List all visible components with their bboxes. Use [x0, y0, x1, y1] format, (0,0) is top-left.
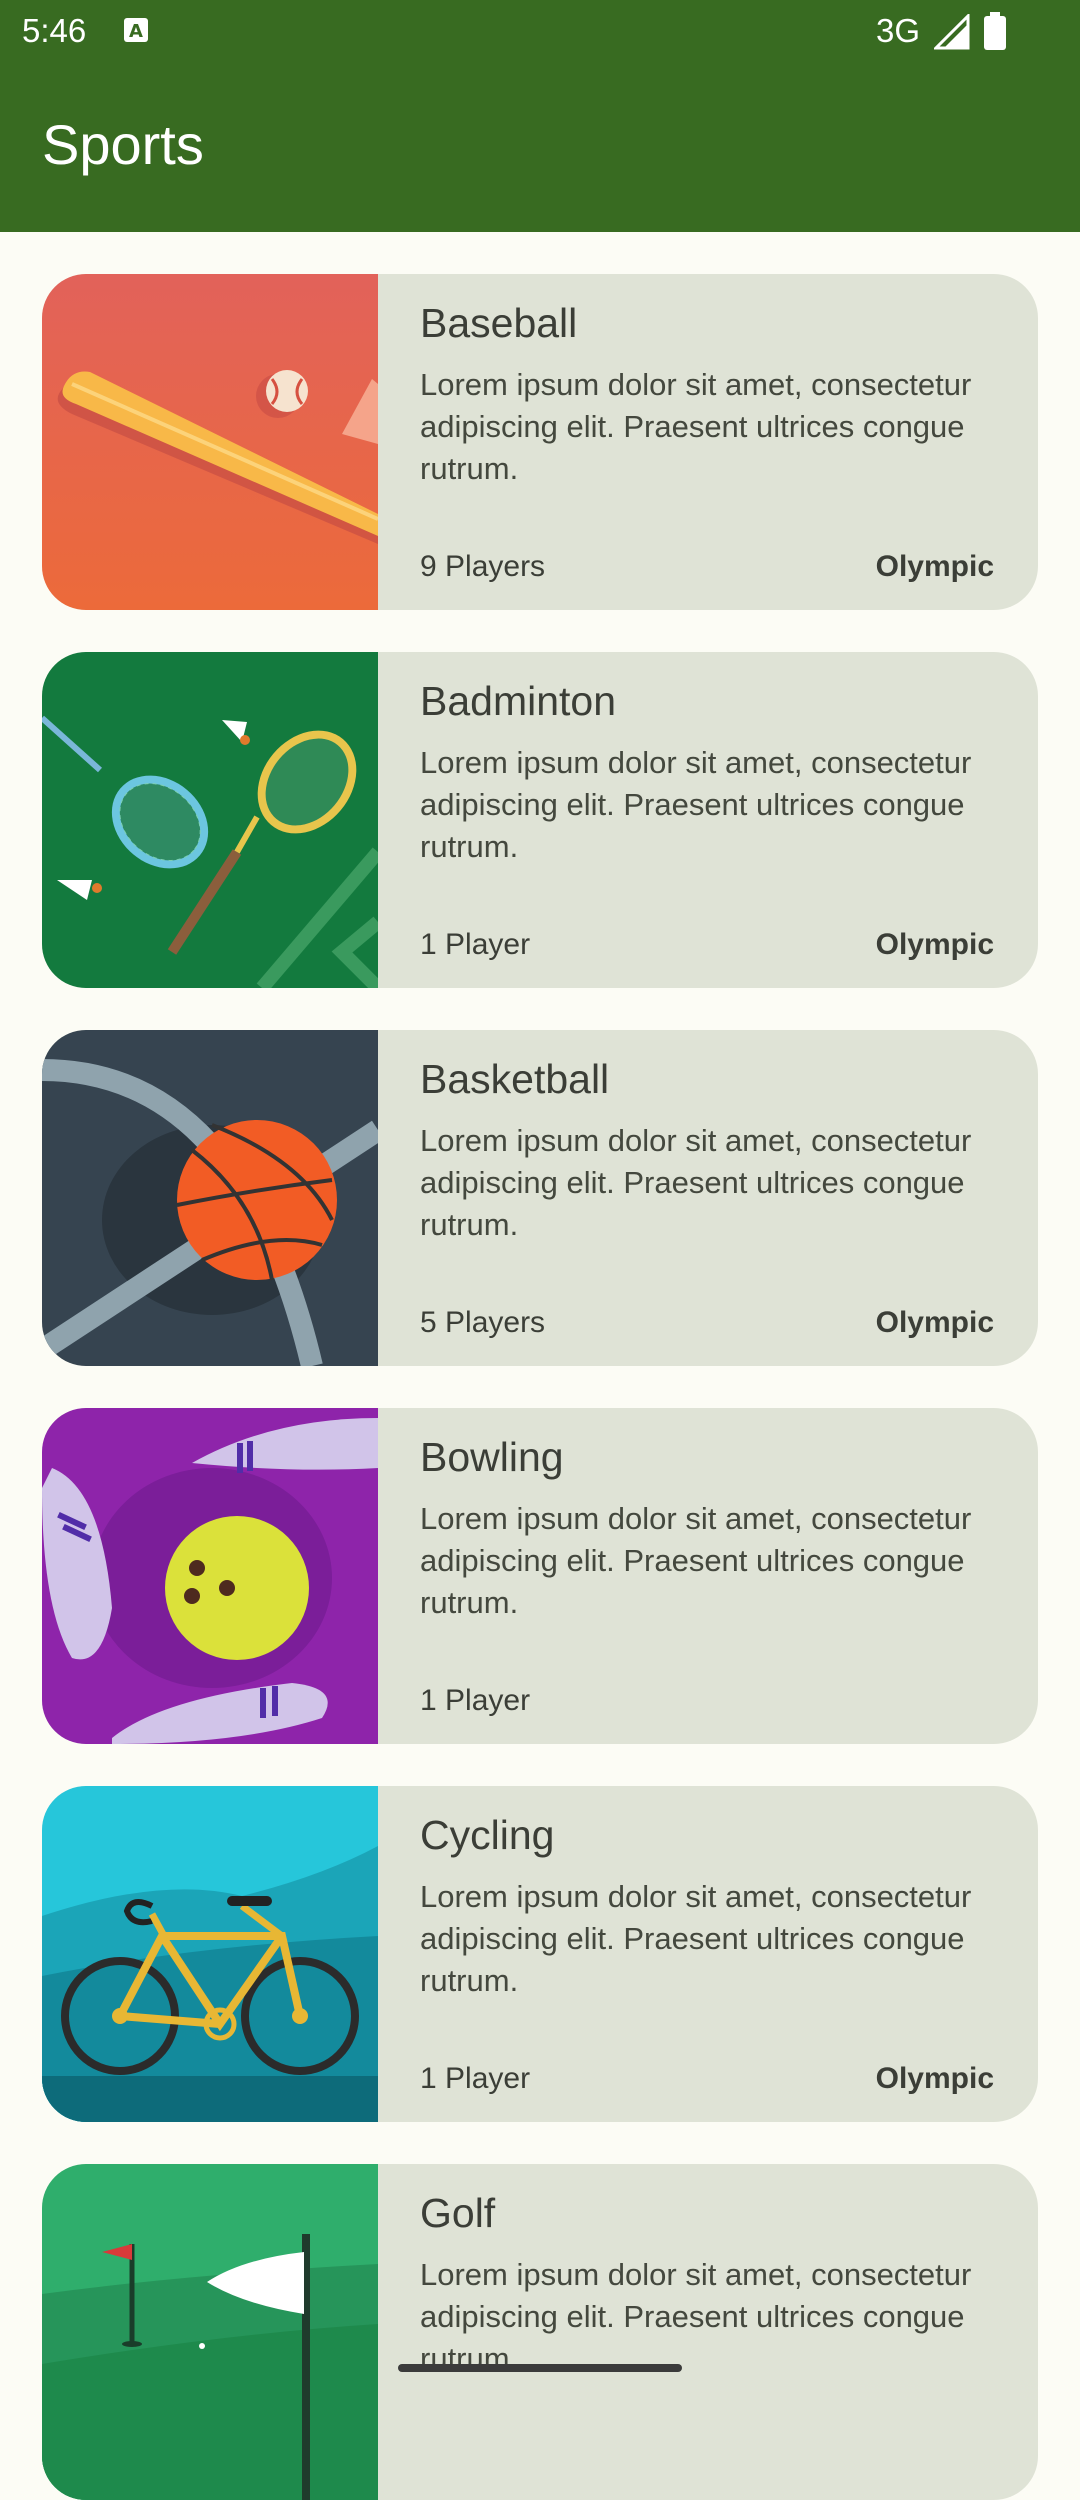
- sport-name: Cycling: [420, 1812, 555, 1858]
- olympic-label: Olympic: [875, 2062, 994, 2095]
- sport-description: Lorem ipsum dolor sit amet, consectetur …: [420, 1879, 972, 1998]
- gesture-navigation-bar[interactable]: [398, 2364, 682, 2372]
- sport-name: Basketball: [420, 1056, 610, 1102]
- status-bar: 5:46 A 3G: [0, 0, 1080, 64]
- sport-description: Lorem ipsum dolor sit amet, consectetur …: [420, 1123, 972, 1242]
- sport-card-bowling[interactable]: Bowling Lorem ipsum dolor sit amet, cons…: [42, 1408, 1038, 1744]
- olympic-label: Olympic: [875, 1306, 994, 1339]
- golf-image: [42, 2164, 378, 2500]
- sport-description: Lorem ipsum dolor sit amet, consectetur …: [420, 2257, 972, 2376]
- top-app-bar: Sports: [0, 64, 1080, 232]
- sport-card-cycling[interactable]: Cycling Lorem ipsum dolor sit amet, cons…: [42, 1786, 1038, 2122]
- sport-name: Badminton: [420, 678, 617, 724]
- cycling-image: [42, 1786, 378, 2122]
- sport-card-badminton[interactable]: Badminton Lorem ipsum dolor sit amet, co…: [42, 652, 1038, 988]
- sport-card-baseball[interactable]: Baseball Lorem ipsum dolor sit amet, con…: [42, 274, 1038, 610]
- sport-name: Golf: [420, 2190, 496, 2236]
- basketball-image: [42, 1030, 378, 1366]
- olympic-label: Olympic: [875, 550, 994, 583]
- sport-card-basketball[interactable]: Basketball Lorem ipsum dolor sit amet, c…: [42, 1030, 1038, 1366]
- sport-description: Lorem ipsum dolor sit amet, consectetur …: [420, 367, 972, 486]
- signal-icon: [934, 14, 970, 50]
- status-time: 5:46: [22, 12, 87, 49]
- sport-name: Bowling: [420, 1434, 564, 1480]
- baseball-image: [42, 274, 378, 610]
- notification-icon: A: [124, 18, 148, 42]
- battery-icon: [984, 12, 1006, 50]
- sport-description: Lorem ipsum dolor sit amet, consectetur …: [420, 1501, 972, 1620]
- svg-text:A: A: [129, 21, 143, 42]
- sport-players: 9 Players: [420, 550, 546, 583]
- sport-players: 5 Players: [420, 1306, 546, 1339]
- sport-name: Baseball: [420, 300, 578, 346]
- sport-players: 1 Player: [420, 1684, 531, 1717]
- network-type: 3G: [876, 12, 921, 49]
- sport-card-golf[interactable]: Golf Lorem ipsum dolor sit amet, consect…: [42, 2164, 1038, 2500]
- sport-players: 1 Player: [420, 2062, 531, 2095]
- sport-players: 1 Player: [420, 928, 531, 961]
- olympic-label: Olympic: [875, 928, 994, 961]
- page-title: Sports: [42, 113, 204, 176]
- sport-description: Lorem ipsum dolor sit amet, consectetur …: [420, 745, 972, 864]
- bowling-image: [42, 1408, 378, 1744]
- badminton-image: [42, 652, 378, 988]
